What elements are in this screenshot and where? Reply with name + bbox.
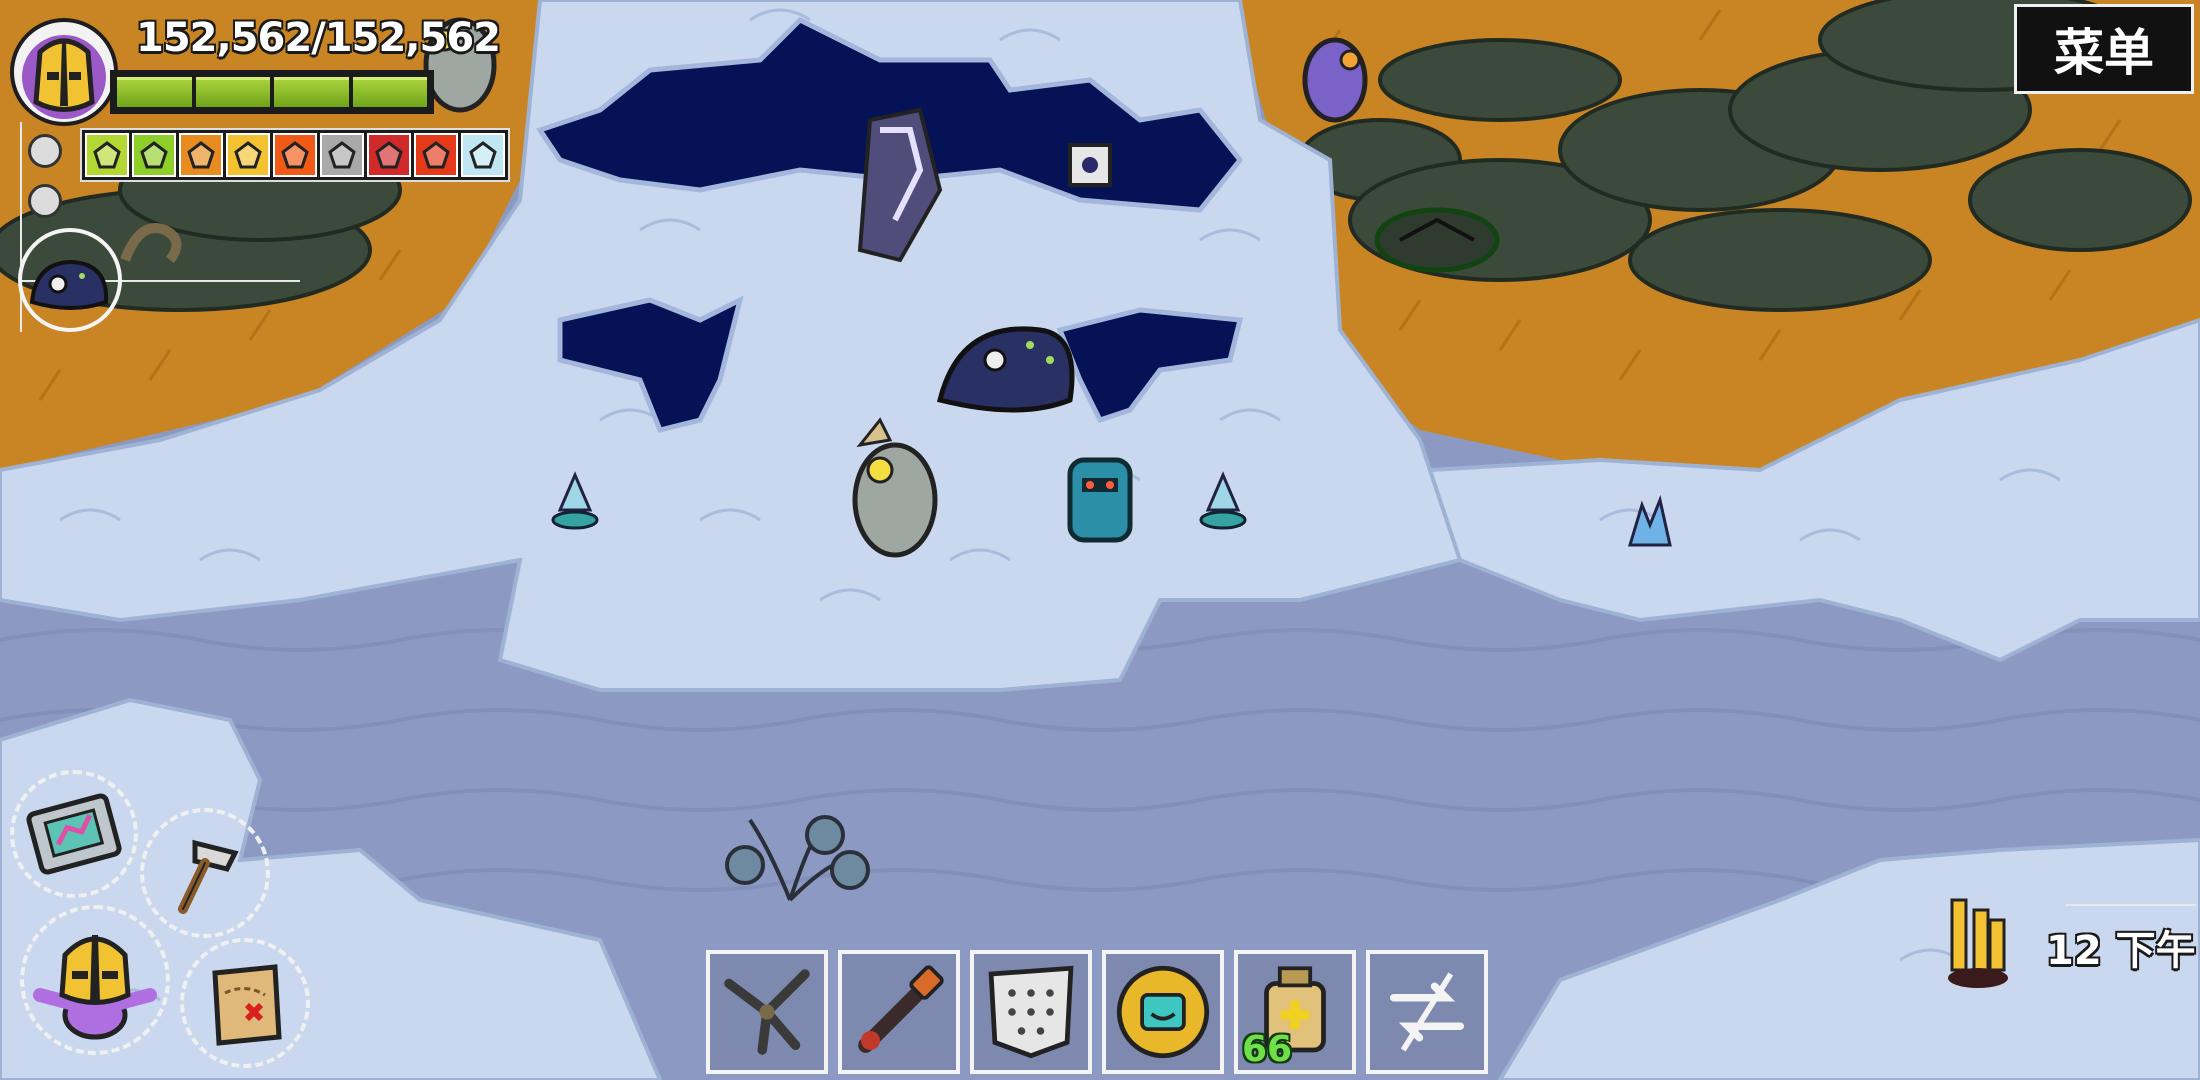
health-readout: 152,562/152,562 xyxy=(136,15,501,61)
red-slash-icon xyxy=(414,133,458,177)
hotbar-slot[interactable] xyxy=(838,950,960,1074)
game-clock: 12 下午 xyxy=(2046,928,2196,974)
hotbar-slot[interactable]: 66 xyxy=(1234,950,1356,1074)
character-portrait-icon xyxy=(22,35,106,119)
shield-pad-icon xyxy=(988,965,1074,1059)
character-icon xyxy=(33,935,157,1040)
hotbar-slot[interactable] xyxy=(706,950,828,1074)
health-segment xyxy=(195,77,270,107)
hotbar-slot[interactable] xyxy=(970,950,1092,1074)
hammer-icon xyxy=(178,839,239,914)
clock-divider xyxy=(2066,904,2196,906)
fire-icon xyxy=(273,133,317,177)
buff-bar xyxy=(80,128,510,182)
pet-portrait[interactable] xyxy=(18,228,122,332)
fangs-icon xyxy=(367,133,411,177)
health-segment xyxy=(352,77,427,107)
ice-shield-icon xyxy=(461,133,505,177)
golden-badge-icon xyxy=(1116,965,1210,1059)
menu-button[interactable]: 菜单 xyxy=(2014,4,2194,94)
hotbar-slot[interactable] xyxy=(1366,950,1488,1074)
player-avatar[interactable] xyxy=(10,18,118,126)
blueprint-device-icon xyxy=(26,793,122,875)
health-bar xyxy=(110,70,434,114)
treasure-map-icon xyxy=(212,964,282,1046)
character-button[interactable] xyxy=(20,905,170,1055)
build-menu-button[interactable] xyxy=(10,770,138,898)
orange-shield-icon xyxy=(179,133,223,177)
green-splat-icon xyxy=(85,133,129,177)
swap-arrows-icon xyxy=(1389,972,1465,1052)
skull-icon xyxy=(28,184,62,218)
health-segment xyxy=(117,77,192,107)
hotbar: 66 xyxy=(706,950,1488,1074)
tripod-weapon-icon xyxy=(724,969,810,1055)
quests-map-button[interactable] xyxy=(180,938,310,1068)
star-icon xyxy=(226,133,270,177)
hotbar-slot[interactable] xyxy=(1102,950,1224,1074)
pet-slime-icon xyxy=(29,259,109,310)
health-segment xyxy=(274,77,349,107)
torch-icon xyxy=(858,965,944,1053)
grey-shield-icon xyxy=(320,133,364,177)
item-quantity: 66 xyxy=(1242,1029,1293,1070)
skull-icon xyxy=(28,134,62,168)
green-shield-icon xyxy=(132,133,176,177)
